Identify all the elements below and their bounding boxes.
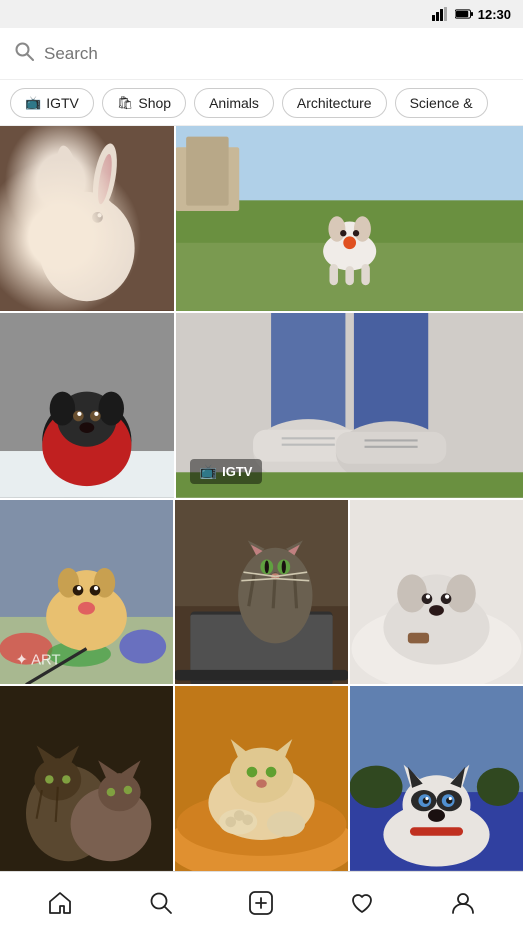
tab-architecture[interactable]: Architecture [282, 88, 387, 118]
search-nav-icon [148, 890, 174, 916]
tab-shop[interactable]: 🛍 Shop [102, 88, 186, 118]
tab-animals[interactable]: Animals [194, 88, 274, 118]
search-input[interactable] [44, 44, 509, 64]
shop-icon: 🛍 [117, 95, 134, 111]
grid-cell-dog-grass[interactable] [176, 126, 523, 311]
nav-add[interactable] [237, 879, 285, 927]
grid-cell-shoes[interactable]: 📺 IGTV [176, 313, 523, 498]
grid-cell-cats[interactable] [0, 686, 173, 871]
status-icons: 12:30 [432, 7, 511, 22]
nav-search[interactable] [137, 879, 185, 927]
grid-cell-dog-white[interactable] [350, 500, 523, 685]
grid-cell-dog-leash[interactable]: ✦ ART [0, 500, 173, 685]
status-bar: 12:30 [0, 0, 523, 28]
grid-cell-husky[interactable] [350, 686, 523, 871]
profile-icon [450, 890, 476, 916]
search-icon [14, 41, 34, 66]
bottom-nav [0, 871, 523, 933]
add-icon [248, 890, 274, 916]
igtv-badge-icon: 📺 [200, 463, 217, 480]
grid-row-2: 📺 IGTV [0, 313, 523, 498]
grid-cell-dog-jacket[interactable] [0, 313, 174, 498]
igtv-badge: 📺 IGTV [190, 459, 263, 484]
svg-text:✦ ART: ✦ ART [15, 652, 60, 668]
photo-grid: 📺 IGTV ✦ ART [0, 126, 523, 871]
grid-row-3: ✦ ART [0, 500, 523, 685]
heart-icon [349, 890, 375, 916]
grid-row-1 [0, 126, 523, 311]
nav-home[interactable] [36, 879, 84, 927]
grid-cell-rabbit[interactable] [0, 126, 174, 311]
grid-cell-cat-orange[interactable] [175, 686, 348, 871]
grid-row-4 [0, 686, 523, 871]
search-bar [0, 28, 523, 80]
tab-science[interactable]: Science & [395, 88, 488, 118]
signal-icon [432, 7, 450, 21]
grid-cell-cat-laptop[interactable] [175, 500, 348, 685]
status-time: 12:30 [478, 7, 511, 22]
nav-profile[interactable] [439, 879, 487, 927]
filter-tabs: 📺 IGTV 🛍 Shop Animals Architecture Scien… [0, 80, 523, 126]
igtv-icon: 📺 [25, 95, 41, 111]
home-icon [47, 890, 73, 916]
nav-activity[interactable] [338, 879, 386, 927]
battery-icon [455, 7, 473, 21]
igtv-badge-label: IGTV [222, 464, 252, 479]
tab-igtv[interactable]: 📺 IGTV [10, 88, 94, 118]
